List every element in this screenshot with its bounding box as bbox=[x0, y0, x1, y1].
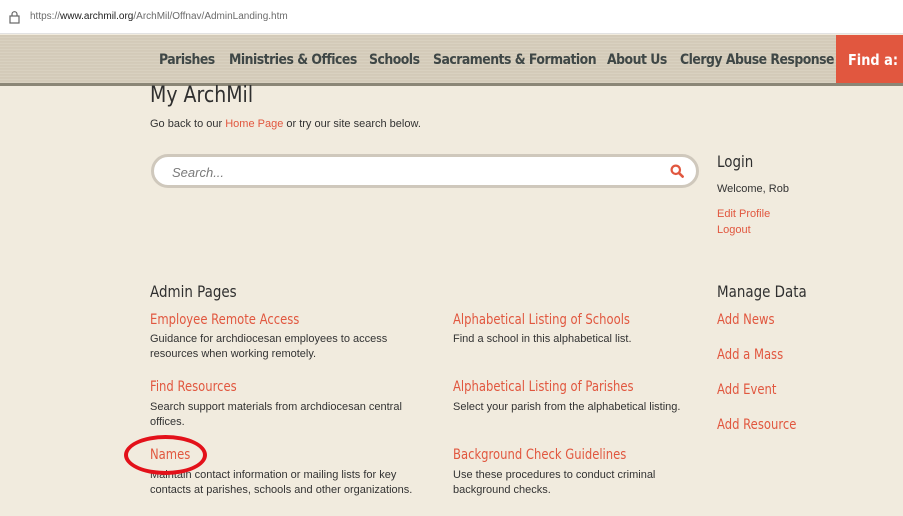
employee-remote-access-description: Guidance for archdiocesan employees to a… bbox=[150, 333, 388, 360]
url-prefix: https:// bbox=[30, 11, 61, 22]
add-event-link[interactable]: Add Event bbox=[717, 382, 776, 398]
logout-link[interactable]: Logout bbox=[717, 224, 751, 236]
parishes-listing-link[interactable]: Alphabetical Listing of Parishes bbox=[453, 379, 634, 395]
url-path: /ArchMil/Offnav/AdminLanding.htm bbox=[133, 11, 288, 22]
nav-item-parishes[interactable]: Parishes bbox=[159, 52, 215, 68]
background-check-description: Use these procedures to conduct criminal… bbox=[453, 469, 656, 496]
find-a-label: Find a: bbox=[848, 51, 899, 69]
find-a-button[interactable]: Find a: bbox=[836, 35, 903, 83]
subtitle-before: Go back to our bbox=[150, 118, 226, 130]
schools-listing-description: Find a school in this alphabetical list. bbox=[453, 333, 632, 345]
nav-item-about-us[interactable]: About Us bbox=[607, 52, 667, 68]
login-heading: Login bbox=[717, 152, 754, 171]
find-resources-description: Search support materials from archdioces… bbox=[150, 401, 402, 428]
subtitle-after: or try our site search below. bbox=[283, 118, 421, 130]
search-icon[interactable] bbox=[670, 164, 684, 178]
annotation-circle bbox=[124, 435, 207, 475]
admin-pages-heading: Admin Pages bbox=[150, 282, 237, 301]
nav-item-schools[interactable]: Schools bbox=[369, 52, 420, 68]
url-text[interactable]: https://www.archmil.org/ArchMil/Offnav/A… bbox=[30, 11, 288, 22]
page-title: My ArchMil bbox=[150, 83, 254, 108]
main-navigation: Parishes Ministries & Offices Schools Sa… bbox=[0, 35, 903, 86]
employee-remote-access-link[interactable]: Employee Remote Access bbox=[150, 312, 299, 328]
url-domain: www.archmil.org bbox=[60, 11, 134, 22]
find-resources-link[interactable]: Find Resources bbox=[150, 379, 237, 395]
manage-data-heading: Manage Data bbox=[717, 282, 807, 301]
background-check-link[interactable]: Background Check Guidelines bbox=[453, 447, 626, 463]
nav-item-clergy-abuse-response[interactable]: Clergy Abuse Response bbox=[680, 52, 835, 68]
nav-item-ministries-offices[interactable]: Ministries & Offices bbox=[229, 52, 357, 68]
names-description: Maintain contact information or mailing … bbox=[150, 469, 413, 496]
site-search-box bbox=[151, 154, 699, 188]
add-news-link[interactable]: Add News bbox=[717, 312, 775, 328]
page-info-icon[interactable] bbox=[9, 11, 20, 24]
add-mass-link[interactable]: Add a Mass bbox=[717, 347, 783, 363]
edit-profile-link[interactable]: Edit Profile bbox=[717, 208, 770, 220]
nav-item-sacraments-formation[interactable]: Sacraments & Formation bbox=[433, 52, 597, 68]
parishes-listing-description: Select your parish from the alphabetical… bbox=[453, 401, 681, 413]
add-resource-link[interactable]: Add Resource bbox=[717, 417, 796, 433]
welcome-text: Welcome, Rob bbox=[717, 183, 789, 195]
schools-listing-link[interactable]: Alphabetical Listing of Schools bbox=[453, 312, 630, 328]
search-input[interactable] bbox=[172, 163, 652, 181]
home-page-link[interactable]: Home Page bbox=[225, 118, 283, 130]
page-subtitle: Go back to our Home Page or try our site… bbox=[150, 118, 421, 130]
browser-url-bar[interactable]: https://www.archmil.org/ArchMil/Offnav/A… bbox=[0, 0, 903, 34]
